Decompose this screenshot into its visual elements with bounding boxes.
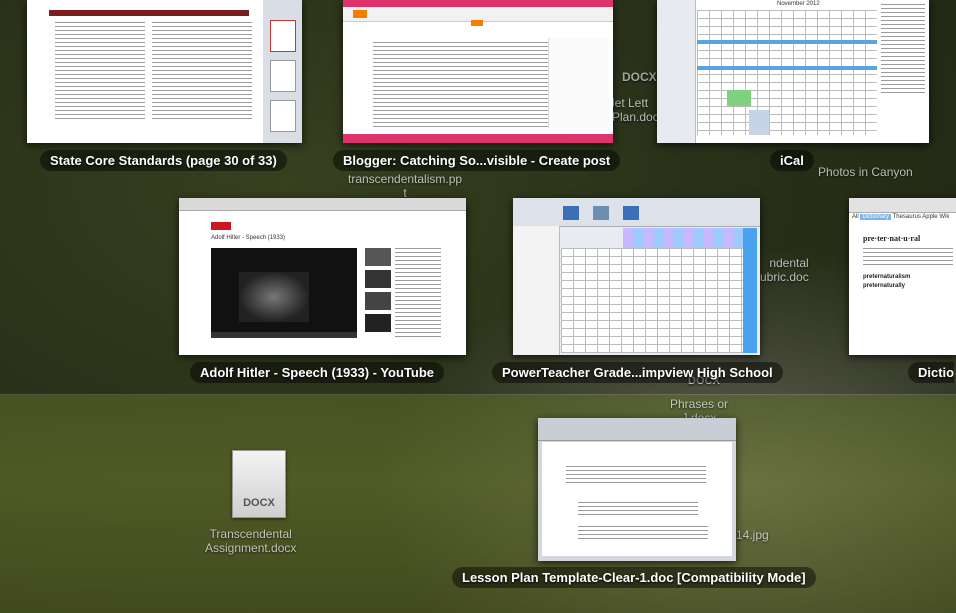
- tab-wikipedia[interactable]: Wik: [939, 214, 949, 220]
- gradebook-grid: [561, 248, 757, 353]
- dictionary-related-word: preternaturally: [863, 283, 906, 289]
- post-settings-sidebar: [548, 38, 609, 128]
- calendar-selected-day: [749, 110, 769, 135]
- desktop-file-rubric[interactable]: ndental ubric.doc: [760, 256, 809, 284]
- dictionary-toolbar: [849, 198, 956, 213]
- window-label-powerteacher[interactable]: PowerTeacher Grade...impview High School: [492, 362, 783, 383]
- document-text: [578, 502, 698, 516]
- dictionary-entry-headword: pre·ter·nat·u·ral: [863, 234, 921, 243]
- calendar-month-title: November 2012: [777, 1, 820, 7]
- related-video-thumb: [365, 292, 391, 310]
- tab-all[interactable]: All: [852, 214, 859, 220]
- browser-toolbar: [179, 198, 466, 211]
- desktop-file-transcendentalism-ppt[interactable]: transcendentalism.pp t: [348, 172, 462, 200]
- desktop-file-photos-in-canyon[interactable]: Photos in Canyon: [818, 165, 913, 179]
- pdf-page-thumb: [270, 20, 296, 52]
- pdf-page-thumb: [270, 100, 296, 132]
- calendar-event-bar: [727, 90, 751, 106]
- window-thumbnail-lesson-plan[interactable]: [538, 418, 736, 561]
- toolbar-icon: [563, 206, 579, 220]
- publish-button: [471, 20, 483, 26]
- blogger-logo-icon: [353, 10, 367, 18]
- window-label-dictionary[interactable]: Dictio: [908, 362, 955, 383]
- window-label-ical[interactable]: iCal: [770, 150, 814, 171]
- dictionary-tabs: All Dictionary Thesaurus Apple Wik: [852, 214, 949, 220]
- document-text: [566, 466, 706, 486]
- assignment-headers: [623, 228, 757, 248]
- dictionary-definition: [863, 248, 953, 268]
- calendar-sidebar: [657, 0, 696, 143]
- desktop-file-transcendental-assignment[interactable]: Transcendental Assignment.docx: [205, 527, 296, 555]
- tab-thesaurus[interactable]: Thesaurus: [893, 214, 921, 220]
- desktop-docx-icon-top[interactable]: DOCX: [622, 70, 657, 84]
- document-text: [578, 526, 708, 542]
- window-thumbnail-state-core[interactable]: [27, 0, 302, 143]
- window-thumbnail-powerteacher[interactable]: [513, 198, 760, 355]
- selected-column: [743, 228, 757, 353]
- word-toolbar: [538, 418, 736, 441]
- browser-tab-bar: [343, 0, 613, 7]
- desktop-file-jpg[interactable]: 14.jpg: [736, 528, 769, 542]
- tab-dictionary[interactable]: Dictionary: [860, 214, 892, 220]
- toolbar-icon: [623, 206, 639, 220]
- window-thumbnail-blogger[interactable]: [343, 0, 613, 143]
- tab-apple[interactable]: Apple: [922, 214, 937, 220]
- window-label-lesson-plan[interactable]: Lesson Plan Template-Clear-1.doc [Compat…: [452, 567, 816, 588]
- dictionary-related-word: preternaturalism: [863, 274, 911, 280]
- document-icon[interactable]: DOCX: [232, 450, 286, 518]
- related-video-titles: [395, 248, 441, 338]
- calendar-month-grid: [697, 10, 877, 135]
- window-label-blogger[interactable]: Blogger: Catching So...visible - Create …: [333, 150, 621, 171]
- docx-icon-label: DOCX: [243, 497, 275, 509]
- window-label-state-core[interactable]: State Core Standards (page 30 of 33): [40, 150, 287, 171]
- window-label-youtube[interactable]: Adolf Hitler - Speech (1933) - YouTube: [190, 362, 445, 383]
- window-thumbnail-ical[interactable]: November 2012: [657, 0, 929, 143]
- post-editor-text: [373, 42, 548, 130]
- window-thumbnail-dictionary[interactable]: All Dictionary Thesaurus Apple Wik pre·t…: [849, 198, 956, 355]
- desktop-file-letter-plan[interactable]: let Lett Plan.doc: [612, 96, 659, 124]
- window-thumbnail-youtube[interactable]: Adolf Hitler - Speech (1933): [179, 198, 466, 355]
- pdf-text-column-left: [55, 22, 145, 122]
- related-video-thumb: [365, 270, 391, 288]
- row-divider: [0, 394, 956, 395]
- related-video-thumb: [365, 314, 391, 332]
- toolbar-icon: [593, 206, 609, 220]
- youtube-logo-icon: [211, 222, 231, 230]
- calendar-event-bar: [697, 66, 877, 70]
- class-list-sidebar: [513, 226, 560, 355]
- video-frame: [239, 272, 309, 322]
- pdf-text-column-right: [152, 22, 252, 122]
- pdf-page-thumb: [270, 60, 296, 92]
- calendar-event-bar: [697, 40, 877, 44]
- calendar-event-list: [881, 4, 925, 94]
- pdf-header-bar: [49, 10, 249, 16]
- video-title: Adolf Hitler - Speech (1933): [211, 235, 286, 241]
- browser-status-bar: [343, 134, 613, 143]
- related-video-thumb: [365, 248, 391, 266]
- video-controls: [211, 332, 357, 338]
